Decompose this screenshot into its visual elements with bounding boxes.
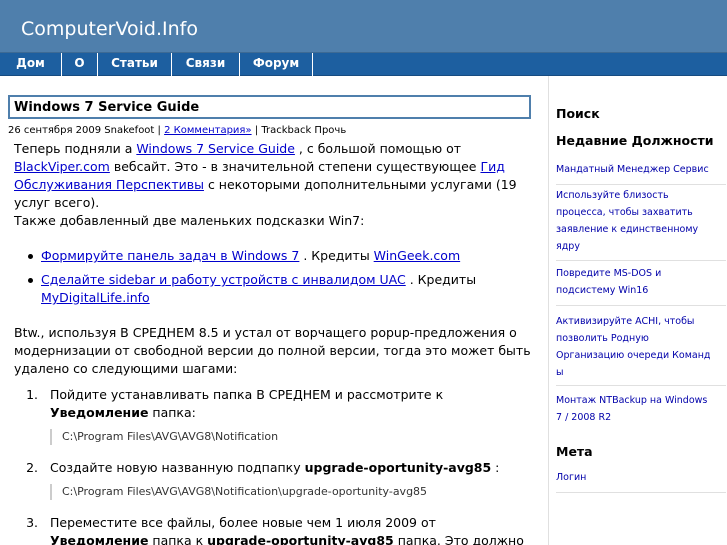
sidebar-link-line: 7 / 2008 R2	[556, 412, 612, 423]
code-path: C:\Program Files\AVG\AVG8\Notification\u…	[50, 484, 427, 500]
sidebar-link-line: Монтаж NTBackup на Windows	[556, 395, 708, 406]
step-text: Пойдите устанавливать папка В СРЕДНЕМ и …	[50, 387, 444, 402]
main-content: Windows 7 Service Guide 26 сентября 2009…	[0, 76, 548, 545]
taskbar-tip-link[interactable]: Формируйте панель задач в Windows 7	[41, 248, 299, 263]
step-bold: upgrade-oportunity-avg85	[304, 460, 492, 475]
nav-item-articles[interactable]: Статьи	[98, 53, 172, 76]
bullet-icon	[28, 278, 33, 283]
step-bold: Уведомление	[50, 533, 149, 545]
list-item: 2. Создайте новую названную подпапку upg…	[24, 459, 529, 477]
avg-paragraph: Btw., используя В СРЕДНЕМ 8.5 и устал от…	[14, 325, 531, 376]
sidebar-link-line: подсистему Win16	[556, 285, 649, 296]
main-nav: Дом О Статьи Связи Форум	[0, 53, 727, 76]
sidebar-link-line: Используйте близость	[556, 190, 669, 201]
divider	[556, 260, 726, 261]
step-text: Переместите все файлы, более новые чем 1…	[50, 515, 436, 530]
sidebar-item-recent-1[interactable]: Мандатный Менеджер Сервис	[556, 161, 724, 178]
nav-item-about[interactable]: О	[62, 53, 98, 76]
sidebar-link-line: Организацию очереди Команд	[556, 350, 711, 361]
step-text: папка к	[148, 533, 208, 545]
step-text: папка:	[148, 405, 196, 420]
intro-paragraph: Теперь подняли а Windows 7 Service Guide…	[14, 140, 534, 212]
sidebar-uac-tip-link[interactable]: Сделайте sidebar и работу устройств с ин…	[41, 272, 406, 287]
list-item: Сделайте sidebar и работу устройств с ин…	[28, 271, 528, 307]
post-title-box: Windows 7 Service Guide	[8, 95, 531, 119]
wingeek-link[interactable]: WinGeek.com	[374, 248, 460, 263]
meta-heading: Мета	[556, 444, 593, 459]
service-guide-link[interactable]: Windows 7 Service Guide	[136, 141, 295, 156]
sidebar-item-recent-3[interactable]: Повредите MS-DOS и подсистему Win16	[556, 265, 724, 299]
list-item: 1. Пойдите устанавливать папка В СРЕДНЕМ…	[24, 386, 529, 422]
step-number: 3.	[26, 515, 38, 530]
sidebar: Поиск Недавние Должности Мандатный Менед…	[548, 76, 727, 545]
blackviper-link[interactable]: BlackViper.com	[14, 159, 110, 174]
sidebar-link-line: ядру	[556, 241, 580, 252]
step-text: :	[491, 460, 500, 475]
step-text: Создайте новую названную подпапку	[50, 460, 305, 475]
step-bold: Уведомление	[50, 405, 149, 420]
step-number: 2.	[26, 460, 38, 475]
login-link[interactable]: Логин	[556, 469, 724, 486]
divider	[556, 492, 726, 493]
trackback-text: | Trackback Прочь	[254, 125, 347, 136]
post-date: 26 сентября 2009 Snakefoot |	[8, 125, 161, 136]
search-heading: Поиск	[556, 106, 600, 121]
intro-text-1: Теперь подняли а	[14, 141, 137, 156]
comments-link[interactable]: 2 Комментария»	[164, 125, 251, 136]
site-title[interactable]: ComputerVoid.Info	[21, 18, 198, 40]
divider	[556, 385, 726, 386]
intro-text-2: , с большой помощью от	[294, 141, 462, 156]
sidebar-link-line: позволить Родную	[556, 333, 649, 344]
sidebar-item-recent-4[interactable]: Активизируйте ACHI, чтобы позволить Родн…	[556, 313, 724, 381]
mydigitallife-link[interactable]: MyDigitalLife.info	[41, 290, 150, 305]
divider	[556, 184, 726, 185]
divider	[556, 305, 726, 306]
sidebar-link-line: заявление к единственному	[556, 224, 699, 235]
step-bold: upgrade-oportunity-avg85	[207, 533, 394, 545]
credit-label: . Кредиты	[405, 272, 477, 287]
post-meta: 26 сентября 2009 Snakefoot | 2 Комментар…	[8, 125, 346, 136]
credit-label: . Кредиты	[299, 248, 374, 263]
sidebar-link-line: Активизируйте ACHI, чтобы	[556, 316, 695, 327]
bullet-icon	[28, 254, 33, 259]
nav-item-home[interactable]: Дом	[0, 53, 62, 76]
post-title[interactable]: Windows 7 Service Guide	[14, 100, 199, 115]
sidebar-link-line: Мандатный Менеджер Сервис	[556, 164, 709, 175]
sidebar-item-recent-5[interactable]: Монтаж NTBackup на Windows 7 / 2008 R2	[556, 392, 724, 426]
code-path: C:\Program Files\AVG\AVG8\Notification	[50, 429, 278, 445]
recent-posts-heading: Недавние Должности	[556, 133, 714, 148]
step-number: 1.	[26, 387, 38, 402]
intro-text-3: вебсайт. Это - в значительной степени су…	[109, 159, 481, 174]
tips-paragraph: Также добавленный две маленьких подсказк…	[14, 213, 365, 228]
sidebar-link-line: Повредите MS-DOS и	[556, 268, 662, 279]
site-header: ComputerVoid.Info	[0, 0, 727, 53]
sidebar-link-line: ы	[556, 367, 564, 378]
nav-item-forum[interactable]: Форум	[240, 53, 313, 76]
list-item: 3. Переместите все файлы, более новые че…	[24, 514, 529, 545]
sidebar-item-recent-2[interactable]: Используйте близость процесса, чтобы зах…	[556, 187, 724, 255]
list-item: Формируйте панель задач в Windows 7 . Кр…	[28, 247, 528, 265]
sidebar-link-line: процесса, чтобы захватить	[556, 207, 693, 218]
nav-item-links[interactable]: Связи	[172, 53, 240, 76]
